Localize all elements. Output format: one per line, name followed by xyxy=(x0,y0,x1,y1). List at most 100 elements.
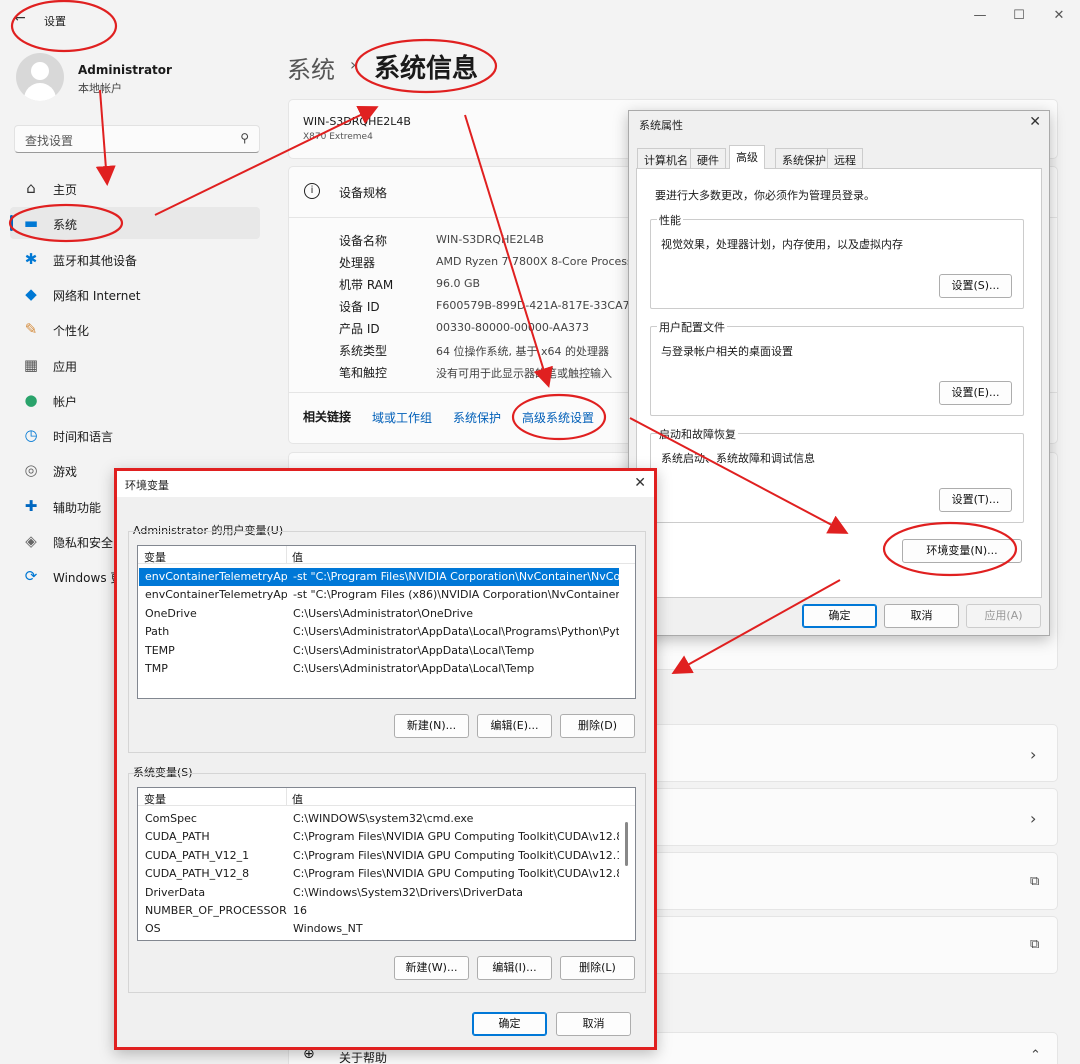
sidebar-item[interactable]: ● 帐户 xyxy=(10,384,260,416)
chevron-right-icon: › xyxy=(1030,745,1037,764)
system-new-button[interactable]: 新建(W)... xyxy=(394,956,469,980)
spec-value: 00330-80000-00000-AA373 xyxy=(436,321,589,334)
table-row[interactable]: OS Windows_NT xyxy=(139,920,619,938)
sidebar-item-label: 系统 xyxy=(53,218,78,233)
maximize-button[interactable]: ☐ xyxy=(1002,6,1036,26)
minimize-button[interactable]: — xyxy=(963,6,997,26)
account-icon: ● xyxy=(24,390,38,409)
list-header: 变量 值 xyxy=(138,546,635,564)
spec-key: 处理器 xyxy=(339,256,376,270)
scrollbar-thumb[interactable] xyxy=(625,822,628,866)
spec-value: WIN-S3DRQHE2L4B xyxy=(436,233,544,246)
variable-value: C:\Users\Administrator\AppData\Local\Tem… xyxy=(293,662,535,675)
cancel-button[interactable]: 取消 xyxy=(884,604,959,628)
sidebar-item[interactable]: ⌂ 主页 xyxy=(10,172,260,204)
user-profile-desc: 与登录帐户相关的桌面设置 xyxy=(661,345,793,358)
user-new-button[interactable]: 新建(N)... xyxy=(394,714,469,738)
variable-value: C:\WINDOWS\system32\cmd.exe xyxy=(293,812,474,825)
user-profile-settings-button[interactable]: 设置(E)... xyxy=(939,381,1012,405)
tab-advanced[interactable]: 高级 xyxy=(729,145,765,169)
sidebar-item[interactable]: ◆ 网络和 Internet xyxy=(10,278,260,310)
table-row[interactable]: Path C:\Users\Administrator\AppData\Local… xyxy=(139,623,619,641)
sidebar-item[interactable]: ✱ 蓝牙和其他设备 xyxy=(10,243,260,275)
column-divider[interactable] xyxy=(286,546,287,564)
table-row[interactable]: DriverData C:\Windows\System32\Drivers\Dr… xyxy=(139,884,619,902)
table-row[interactable]: NUMBER_OF_PROCESSORS 16 xyxy=(139,902,619,920)
tab-remote[interactable]: 远程 xyxy=(827,148,863,168)
variable-value: C:\Users\Administrator\AppData\Local\Tem… xyxy=(293,643,535,657)
breadcrumb-parent[interactable]: 系统 xyxy=(287,50,335,85)
device-model: X870 Extreme4 xyxy=(303,132,373,142)
variable-name: CUDA_PATH xyxy=(145,830,210,844)
breadcrumb-separator: › xyxy=(350,55,357,74)
admin-note: 要进行大多数更改，你必须作为管理员登录。 xyxy=(655,189,875,202)
ok-button[interactable]: 确定 xyxy=(472,1012,547,1036)
sidebar-item[interactable]: ▦ 应用 xyxy=(10,349,260,381)
table-row[interactable]: CUDA_PATH_V12_8 C:\Program Files\NVIDIA G… xyxy=(139,865,619,883)
table-row[interactable]: TMP C:\Users\Administrator\AppData\Local\… xyxy=(139,660,619,678)
column-divider[interactable] xyxy=(286,788,287,806)
table-row[interactable]: envContainerTelemetryAp... -st "C:\Progra… xyxy=(139,568,619,586)
spec-key: 系统类型 xyxy=(339,344,388,358)
sidebar-item[interactable]: ✎ 个性化 xyxy=(10,313,260,345)
table-row[interactable]: CUDA_PATH C:\Program Files\NVIDIA GPU Com… xyxy=(139,828,619,846)
chevron-up-icon[interactable]: ⌃ xyxy=(1030,1048,1041,1063)
search-input[interactable]: 查找设置 ⚲ xyxy=(14,125,260,153)
sidebar-item-label: 主页 xyxy=(53,183,78,197)
selection-indicator xyxy=(10,215,13,232)
accessibility-icon: ✚ xyxy=(24,496,38,515)
avatar[interactable] xyxy=(16,53,64,101)
tab-computer-name[interactable]: 计算机名 xyxy=(637,148,695,168)
sidebar-item-label: Windows 更 xyxy=(53,571,123,586)
col-header-value[interactable]: 值 xyxy=(292,791,303,807)
spec-key: 设备名称 xyxy=(339,234,388,248)
link-system-protection[interactable]: 系统保护 xyxy=(453,409,501,426)
back-arrow-icon[interactable]: ← xyxy=(14,10,26,26)
spec-value: 64 位操作系统, 基于 x64 的处理器 xyxy=(436,345,609,358)
system-delete-button[interactable]: 删除(L) xyxy=(560,956,635,980)
environment-variables-button[interactable]: 环境变量(N)... xyxy=(902,539,1022,563)
close-button[interactable]: ✕ xyxy=(1042,6,1076,26)
variable-value: -st "C:\Program Files (x86)\NVIDIA Corpo… xyxy=(293,588,619,602)
table-row[interactable]: OneDrive C:\Users\Administrator\OneDrive xyxy=(139,605,619,623)
variable-value: C:\Program Files\NVIDIA GPU Computing To… xyxy=(293,848,619,862)
table-row[interactable]: ComSpec C:\WINDOWS\system32\cmd.exe xyxy=(139,810,619,828)
sidebar-item-label: 个性化 xyxy=(53,324,90,339)
help-label: 关于帮助 xyxy=(339,1051,388,1064)
spec-key: 产品 ID xyxy=(339,322,380,336)
close-icon[interactable]: ✕ xyxy=(634,475,646,491)
dialog-title: 环境变量 xyxy=(125,479,169,492)
table-row[interactable]: envContainerTelemetryAp... -st "C:\Progra… xyxy=(139,586,619,604)
variable-name: Path xyxy=(145,625,170,639)
account-type: 本地帐户 xyxy=(78,82,122,95)
user-delete-button[interactable]: 删除(D) xyxy=(560,714,635,738)
table-row[interactable]: TEMP C:\Users\Administrator\AppData\Local… xyxy=(139,642,619,660)
spec-value: 96.0 GB xyxy=(436,277,481,290)
startup-recovery-group: 启动和故障恢复 系统启动、系统故障和调试信息 设置(T)... xyxy=(650,426,1024,523)
system-variables-list[interactable]: 变量 值 ComSpec C:\WINDOWS\system32\cmd.exe C… xyxy=(137,787,636,941)
link-domain-workgroup[interactable]: 域或工作组 xyxy=(372,409,432,426)
sidebar-item[interactable]: ▬ 系统 xyxy=(10,207,260,240)
col-header-name[interactable]: 变量 xyxy=(144,791,166,807)
col-header-value[interactable]: 值 xyxy=(292,549,303,565)
performance-settings-button[interactable]: 设置(S)... xyxy=(939,274,1012,298)
performance-desc: 视觉效果，处理器计划，内存使用，以及虚拟内存 xyxy=(661,238,903,251)
tab-system-protection[interactable]: 系统保护 xyxy=(775,148,833,168)
ok-button[interactable]: 确定 xyxy=(802,604,877,628)
link-advanced-system-settings[interactable]: 高级系统设置 xyxy=(522,409,594,426)
apps-icon: ▦ xyxy=(23,355,39,374)
cancel-button[interactable]: 取消 xyxy=(556,1012,631,1036)
variable-name: TMP xyxy=(145,662,168,675)
col-header-name[interactable]: 变量 xyxy=(144,549,166,565)
tab-hardware[interactable]: 硬件 xyxy=(690,148,726,168)
user-edit-button[interactable]: 编辑(E)... xyxy=(477,714,552,738)
brush-icon: ✎ xyxy=(24,320,38,339)
startup-recovery-settings-button[interactable]: 设置(T)... xyxy=(939,488,1012,512)
sidebar-item-label: 时间和语言 xyxy=(53,430,114,445)
spec-value: 没有可用于此显示器的笔或触控输入 xyxy=(436,367,612,380)
table-row[interactable]: CUDA_PATH_V12_1 C:\Program Files\NVIDIA G… xyxy=(139,847,619,865)
sidebar-item[interactable]: ◷ 时间和语言 xyxy=(10,419,260,451)
user-variables-list[interactable]: 变量 值 envContainerTelemetryAp... -st "C:\P… xyxy=(137,545,636,699)
system-edit-button[interactable]: 编辑(I)... xyxy=(477,956,552,980)
close-icon[interactable]: ✕ xyxy=(1029,114,1041,130)
